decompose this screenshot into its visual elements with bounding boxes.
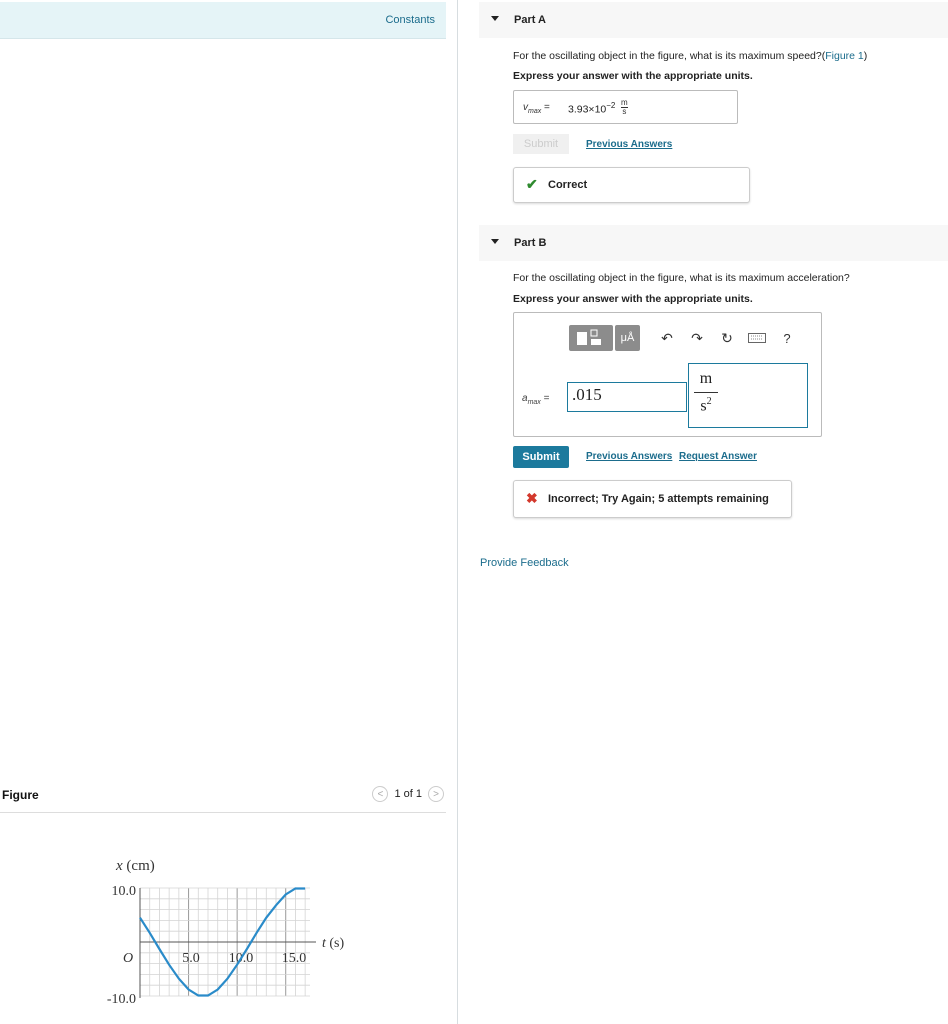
- collapse-triangle-icon[interactable]: [491, 239, 499, 244]
- part-b-instruction: Express your answer with the appropriate…: [513, 293, 753, 305]
- chevron-right-icon[interactable]: >: [428, 786, 444, 802]
- part-a-answer: vmax = 3.93×10−2 m s: [513, 90, 738, 124]
- figure-link[interactable]: Figure 1: [825, 50, 864, 62]
- part-a-label: Part A: [514, 14, 546, 26]
- figure-title: Figure: [2, 788, 39, 802]
- undo-icon[interactable]: ↶: [652, 330, 682, 347]
- x-tick-1: 5.0: [182, 951, 200, 966]
- x-tick-3: 15.0: [282, 951, 307, 966]
- part-b-label: Part B: [514, 237, 547, 249]
- pager-count: 1 of 1: [394, 788, 422, 800]
- part-a-question: For the oscillating object in the figure…: [513, 50, 867, 62]
- figure-header: Figure < 1 of 1 >: [0, 786, 446, 813]
- part-a-unit: m s: [621, 98, 628, 116]
- chevron-left-icon[interactable]: <: [372, 786, 389, 802]
- templates-button[interactable]: [569, 325, 613, 351]
- part-b-feedback-text: Incorrect; Try Again; 5 attempts remaini…: [548, 493, 769, 505]
- part-a-value: 3.93×10−2: [568, 101, 616, 116]
- units-button[interactable]: μÅ: [615, 325, 640, 351]
- part-a-question-text: For the oscillating object in the figure…: [513, 50, 826, 62]
- part-b-variable: amax =: [522, 393, 550, 406]
- part-b-feedback: ✖ Incorrect; Try Again; 5 attempts remai…: [513, 480, 792, 518]
- y-axis-label: x (cm): [115, 858, 155, 874]
- keyboard-shape: [748, 333, 766, 343]
- reset-icon[interactable]: ↻: [712, 330, 742, 347]
- request-answer-link[interactable]: Request Answer: [679, 451, 757, 462]
- part-a-previous-answers-link[interactable]: Previous Answers: [586, 139, 672, 150]
- origin-label: O: [123, 951, 133, 966]
- part-a-feedback-text: Correct: [548, 179, 588, 191]
- column-divider: [457, 0, 458, 1024]
- part-b-unit-input[interactable]: m s2: [688, 363, 808, 428]
- help-button[interactable]: ?: [772, 331, 802, 346]
- part-b-answer-editor: μÅ ↶ ↷ ↻ ? amax = .015 m s2: [513, 312, 822, 437]
- part-b-submit-button[interactable]: Submit: [513, 446, 569, 468]
- constants-link[interactable]: Constants: [385, 14, 435, 26]
- x-axis-label: t (s): [322, 936, 345, 951]
- redo-icon[interactable]: ↷: [682, 330, 712, 347]
- checkmark-icon: ✔: [526, 176, 538, 192]
- y-tick-top: 10.0: [112, 884, 137, 899]
- constants-bar: Constants: [0, 2, 446, 39]
- part-a-header[interactable]: Part A: [479, 2, 948, 38]
- part-a-submit-button[interactable]: Submit: [513, 134, 569, 154]
- editor-toolbar: μÅ ↶ ↷ ↻ ?: [569, 325, 802, 351]
- part-a-question-end: ): [863, 50, 868, 62]
- y-tick-bottom: -10.0: [107, 992, 136, 1007]
- left-panel: Constants Figure < 1 of 1 > x (cm) 10.0 …: [0, 0, 457, 1024]
- part-b-previous-answers-link[interactable]: Previous Answers: [586, 451, 672, 462]
- provide-feedback-link[interactable]: Provide Feedback: [480, 557, 569, 569]
- unit-fraction: m s2: [694, 370, 718, 415]
- x-icon: ✖: [526, 490, 538, 506]
- part-a-variable: vmax =: [523, 102, 550, 115]
- part-b-header[interactable]: Part B: [479, 225, 948, 261]
- templates-icon: [577, 329, 601, 345]
- collapse-triangle-icon[interactable]: [491, 16, 499, 21]
- keyboard-icon[interactable]: [742, 330, 772, 346]
- part-a-feedback: ✔ Correct: [513, 167, 750, 203]
- part-b-question: For the oscillating object in the figure…: [513, 272, 850, 284]
- part-a-instruction: Express your answer with the appropriate…: [513, 70, 753, 82]
- position-time-graph: x (cm) 10.0 -10.0 O 5.0 10.0 15.0 t (s): [107, 858, 345, 1007]
- figure-pager: < 1 of 1 >: [372, 786, 444, 802]
- part-b-value-input[interactable]: .015: [567, 382, 687, 412]
